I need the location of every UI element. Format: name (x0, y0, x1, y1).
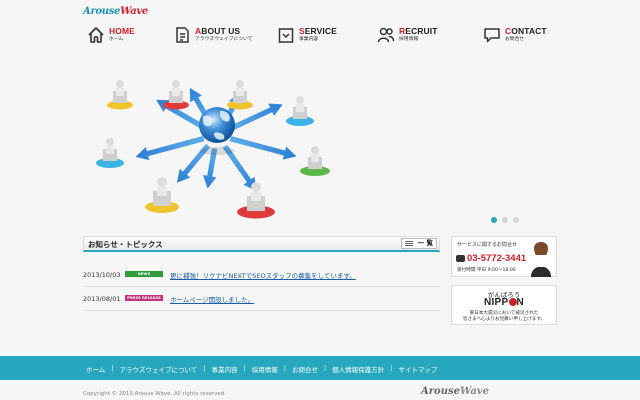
news-badge: NEWS (125, 271, 163, 277)
footer-nav: ホーム | アラウズウェイブについて | 事業内容 | 採用情報 | お問合せ | 個人情… (0, 356, 640, 380)
site-logo[interactable]: ArouseWave (83, 6, 148, 17)
nav-label-en: RECRUIT (399, 26, 438, 36)
news-row: 2013/10/03 NEWS 更に補強！リクナビNEXTでSEOスタッフの募集… (83, 263, 440, 287)
home-icon (88, 27, 104, 43)
banner-line3: 東日本大震災において被災された 皆さまへ心よりお見舞い申し上げます。 (462, 311, 546, 322)
footer-link-home[interactable]: ホーム (86, 364, 105, 374)
list-icon (405, 241, 413, 246)
contact-label: サービスに関するお問合せ (457, 242, 518, 248)
footer-link-recruit[interactable]: 採用情報 (252, 364, 278, 374)
logo-accent-text: Wave (120, 6, 148, 17)
chat-icon (484, 28, 500, 43)
hero-slider-image (96, 80, 330, 219)
nav-label-en: CONTACT (505, 26, 547, 36)
nav-label-jp: ホーム (109, 37, 124, 42)
disaster-support-banner[interactable]: がんばろう NIPP N 東日本大震災において被災された 皆さまへ心よりお見舞い申し… (451, 285, 557, 325)
nav-label-en: SERVICE (299, 26, 337, 36)
slider-dot[interactable] (502, 217, 508, 223)
contact-phone: 03-5772-3441 (456, 253, 526, 264)
nav-label-jp: 採用情報 (399, 37, 419, 42)
footer-link-contact[interactable]: お問合せ (292, 364, 318, 374)
nav-item-contact[interactable]: CONTACT お問合せ (483, 26, 547, 50)
sun-icon (508, 298, 517, 306)
nav-item-about[interactable]: ABOUT US アラウズウェイブについて (173, 26, 252, 50)
footer-link-service[interactable]: 事業内容 (212, 364, 238, 374)
slider-dot[interactable] (513, 217, 519, 223)
slider-dot[interactable] (491, 217, 497, 223)
logo-main-text: Arouse (83, 6, 121, 17)
news-list-button[interactable]: 一 覧 (401, 238, 437, 249)
news-title: お知らせ・トピックス (88, 240, 163, 249)
footer-link-privacy[interactable]: 個人情報保護方針 (332, 364, 384, 374)
banner-line2: NIPP N (483, 297, 525, 308)
people-icon (377, 27, 395, 43)
service-icon (278, 28, 294, 43)
news-row: 2013/08/01 PRESS RELEASE ホームページ開設しました。 (83, 287, 440, 311)
phone-icon (456, 255, 465, 262)
news-date: 2013/10/03 (83, 271, 121, 279)
nav-label-en: HOME (109, 26, 135, 36)
footer-link-about[interactable]: アラウズウェイブについて (120, 364, 198, 374)
contact-hours: 受付時間:平日 9:00～18:00 (457, 268, 516, 273)
nav-label-jp: アラウズウェイブについて (195, 37, 253, 42)
nav-label-jp: 事業内容 (299, 37, 319, 42)
news-badge: PRESS RELEASE (125, 295, 163, 301)
nav-item-service[interactable]: SERVICE 事業内容 (277, 26, 337, 50)
copyright: Copyright © 2013 Arouse Wave. All rights… (83, 391, 226, 397)
global-nav: HOME ホーム ABOUT US アラウズウェイブについて SERVICE 事… (85, 26, 555, 50)
footer-link-sitemap[interactable]: サイトマップ (398, 364, 437, 374)
news-date: 2013/08/01 (83, 295, 121, 303)
contact-banner[interactable]: サービスに関するお問合せ 03-5772-3441 受付時間:平日 9:00～1… (451, 236, 557, 277)
news-header: お知らせ・トピックス 一 覧 (83, 236, 440, 252)
document-icon (176, 27, 189, 43)
nav-label-jp: お問合せ (505, 37, 525, 42)
slider-pagination (491, 217, 519, 223)
nav-item-recruit[interactable]: RECRUIT 採用情報 (377, 26, 438, 50)
footer-logo: ArouseWave (421, 386, 489, 397)
nav-label-en: ABOUT US (195, 26, 241, 36)
nav-item-home[interactable]: HOME ホーム (87, 26, 135, 50)
operator-image (531, 242, 551, 277)
news-link[interactable]: 更に補強！リクナビNEXTでSEOスタッフの募集をしています。 (170, 270, 356, 280)
news-link[interactable]: ホームページ開設しました。 (170, 294, 254, 304)
